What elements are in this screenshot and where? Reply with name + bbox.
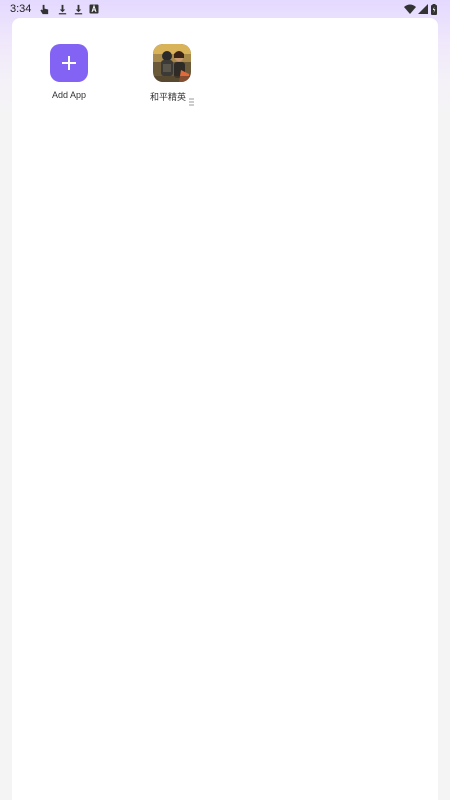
add-app-label: Add App	[51, 90, 87, 100]
game-app-icon	[153, 44, 191, 82]
status-time: 3:34	[10, 3, 32, 15]
menu-icon[interactable]	[189, 93, 194, 105]
touch-icon	[38, 3, 50, 15]
text-a-icon	[88, 3, 100, 15]
signal-icon	[417, 3, 429, 15]
add-app-button[interactable]: Add App	[29, 44, 109, 100]
game-label-row: 和平精英	[149, 90, 194, 105]
app-list-card: Add App 和平精英	[12, 18, 438, 800]
download-icon	[56, 3, 68, 15]
battery-icon	[430, 3, 438, 15]
app-tile-game[interactable]: 和平精英	[132, 44, 212, 105]
download-icon	[72, 3, 84, 15]
status-bar: 3:34	[0, 0, 450, 18]
wifi-icon	[404, 3, 416, 15]
game-app-label: 和平精英	[149, 92, 186, 102]
plus-icon	[50, 44, 88, 82]
